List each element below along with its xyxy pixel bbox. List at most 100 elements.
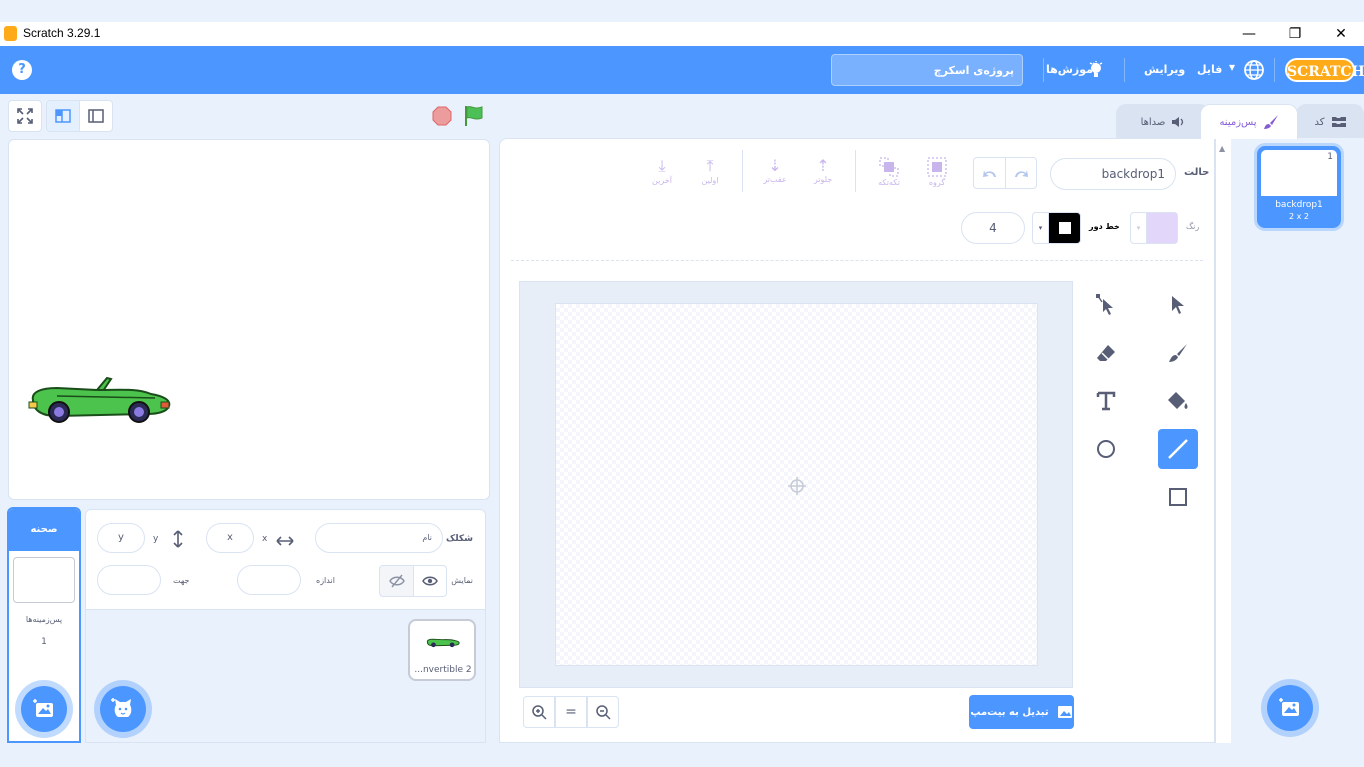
redo-icon bbox=[1015, 170, 1028, 177]
back-label: آخرین bbox=[652, 176, 672, 185]
code-blocks-icon bbox=[1331, 117, 1346, 127]
outline-color-button[interactable] bbox=[1048, 212, 1081, 244]
redo-button[interactable] bbox=[1005, 157, 1037, 189]
direction-input[interactable] bbox=[97, 565, 161, 595]
eraser-tool[interactable] bbox=[1086, 333, 1126, 373]
paint-canvas[interactable] bbox=[555, 303, 1038, 666]
file-menu[interactable]: فایل bbox=[1197, 63, 1222, 76]
costume-thumbnail bbox=[1261, 150, 1337, 196]
menu-divider bbox=[1043, 58, 1044, 82]
costume-tile[interactable]: 1 backdrop1 2 x 2 bbox=[1257, 146, 1341, 228]
globe-icon[interactable] bbox=[1243, 59, 1265, 85]
choose-sprite-button[interactable] bbox=[100, 686, 146, 732]
circle-icon bbox=[1097, 440, 1115, 458]
scroll-up-icon[interactable]: ▲ bbox=[1219, 144, 1225, 153]
costume-list-scrollbar[interactable]: ▲ bbox=[1215, 138, 1231, 743]
outline-label: خط دور bbox=[1089, 222, 1120, 231]
line-tool[interactable] bbox=[1158, 429, 1198, 469]
size-input[interactable] bbox=[237, 565, 301, 595]
ungroup-button[interactable]: تکه‌تکه bbox=[873, 156, 905, 187]
fill-dropdown-button[interactable]: ▾ bbox=[1130, 212, 1147, 244]
hide-sprite-button[interactable] bbox=[379, 565, 414, 597]
tab-sounds-label: صداها bbox=[1140, 116, 1166, 128]
sprite-info-panel: شکلک نام x x y y نمایش اندازه جهت bbox=[85, 509, 486, 610]
zoom-reset-button[interactable]: = bbox=[555, 696, 587, 728]
arrow-cursor-icon bbox=[1172, 296, 1184, 314]
convert-to-bitmap-button[interactable]: تبدیل به بیت‌مپ bbox=[969, 695, 1074, 729]
tab-sounds[interactable]: صداها bbox=[1116, 104, 1210, 139]
paintbrush-icon bbox=[1169, 344, 1187, 362]
reshape-icon bbox=[1096, 294, 1113, 315]
backward-label: عقب‌تر bbox=[763, 175, 787, 184]
sprite-label: شکلک bbox=[446, 534, 473, 544]
group-button[interactable]: گروه bbox=[922, 156, 952, 187]
backdrops-label: پس‌زمینه‌ها bbox=[25, 615, 63, 624]
sprite-thumbnail bbox=[426, 638, 460, 648]
toolbar-divider bbox=[742, 150, 743, 192]
zoom-in-button[interactable] bbox=[523, 696, 555, 728]
edit-menu[interactable]: ویرایش bbox=[1144, 63, 1185, 76]
help-icon[interactable]: ? bbox=[12, 60, 32, 80]
maximize-button[interactable]: ❐ bbox=[1272, 22, 1318, 46]
window-title: Scratch 3.29.1 bbox=[23, 26, 101, 40]
convertible-car-sprite[interactable] bbox=[27, 374, 173, 426]
brush-tool[interactable] bbox=[1158, 333, 1198, 373]
x-input[interactable]: x bbox=[206, 523, 254, 553]
outline-swatch bbox=[1058, 222, 1071, 234]
front-button[interactable]: ⤒ اولین bbox=[695, 156, 725, 185]
menu-divider bbox=[1274, 58, 1275, 82]
costume-size: 2 x 2 bbox=[1289, 212, 1309, 221]
forward-label: جلوتر bbox=[813, 175, 833, 184]
circle-tool[interactable] bbox=[1086, 429, 1126, 469]
outline-width-input[interactable]: 4 bbox=[961, 212, 1025, 244]
undo-button[interactable] bbox=[973, 157, 1006, 189]
forward-button[interactable]: ⇡ جلوتر bbox=[808, 156, 838, 184]
size-label: اندازه bbox=[316, 576, 335, 585]
select-tool[interactable] bbox=[1158, 285, 1198, 325]
sprite-name-input[interactable]: نام bbox=[315, 523, 443, 553]
reshape-tool[interactable] bbox=[1086, 285, 1126, 325]
ungroup-icon bbox=[879, 157, 899, 177]
sprite-tile-name: ...nvertible 2 bbox=[414, 665, 472, 675]
costume-tile-name: backdrop1 bbox=[1275, 200, 1323, 210]
choose-backdrop-editor-button[interactable] bbox=[1267, 685, 1313, 731]
large-stage-icon bbox=[88, 109, 104, 123]
fullscreen-button[interactable] bbox=[8, 100, 42, 132]
stop-icon[interactable] bbox=[432, 106, 452, 130]
y-input[interactable]: y bbox=[97, 523, 145, 553]
green-flag-icon[interactable] bbox=[462, 104, 486, 132]
language-caret-icon[interactable]: ▾ bbox=[1229, 60, 1235, 74]
tab-backdrops[interactable]: پس‌زمینه bbox=[1200, 104, 1298, 139]
close-button[interactable]: ✕ bbox=[1318, 22, 1364, 46]
tab-code[interactable]: کد bbox=[1296, 104, 1364, 139]
sprite-tile[interactable]: ...nvertible 2 bbox=[408, 619, 476, 681]
rectangle-tool[interactable] bbox=[1158, 477, 1198, 517]
show-sprite-button[interactable] bbox=[413, 565, 447, 597]
backward-icon: ⇣ bbox=[768, 156, 782, 175]
speaker-icon bbox=[1172, 117, 1184, 127]
y-arrows-icon bbox=[172, 530, 184, 552]
fill-color-button[interactable] bbox=[1146, 212, 1178, 244]
backdrops-count: 1 bbox=[41, 637, 47, 647]
minimize-button[interactable]: — bbox=[1226, 22, 1272, 46]
back-button[interactable]: ⤓ آخرین bbox=[646, 156, 678, 185]
choose-backdrop-button[interactable] bbox=[21, 686, 67, 732]
costume-name-input[interactable]: backdrop1 bbox=[1050, 158, 1176, 190]
small-stage-button[interactable] bbox=[46, 100, 80, 132]
front-label: اولین bbox=[701, 176, 719, 185]
stage-canvas[interactable] bbox=[8, 139, 490, 500]
backward-button[interactable]: ⇣ عقب‌تر bbox=[759, 156, 791, 184]
y-label: y bbox=[153, 534, 159, 544]
large-stage-button[interactable] bbox=[79, 100, 113, 132]
small-stage-icon bbox=[55, 109, 71, 123]
zoom-out-button[interactable] bbox=[587, 696, 619, 728]
toolbar-divider bbox=[855, 150, 856, 192]
outline-dropdown-button[interactable]: ▾ bbox=[1032, 212, 1049, 244]
line-icon bbox=[1168, 439, 1188, 459]
text-tool[interactable] bbox=[1086, 381, 1126, 421]
menu-divider bbox=[1124, 58, 1125, 82]
project-title-input[interactable]: پروژه‌ی اسکرچ bbox=[831, 54, 1023, 86]
scratch-logo[interactable]: SCRATCH bbox=[1285, 58, 1364, 82]
costume-index: 1 bbox=[1327, 152, 1333, 162]
fill-tool[interactable] bbox=[1158, 381, 1198, 421]
